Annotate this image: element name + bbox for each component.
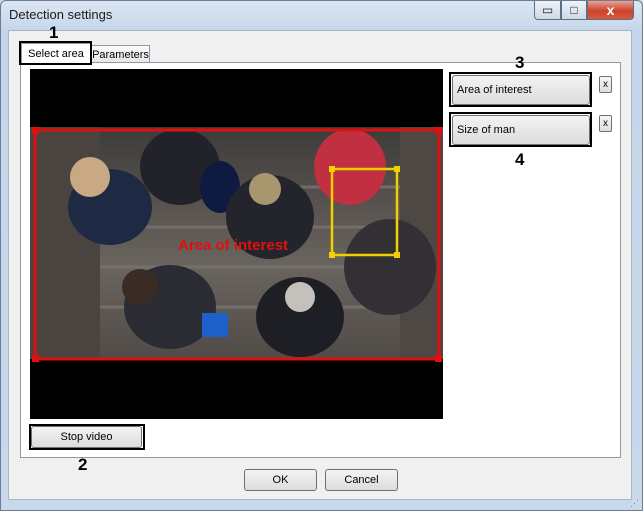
button-label: OK [272,474,289,486]
maximize-button[interactable]: □ [561,1,587,20]
button-label: Cancel [344,474,379,486]
callout-box-1 [19,41,92,65]
close-icon: x [606,2,615,18]
tab-label: Parameters [92,49,149,61]
close-button[interactable]: x [587,1,634,20]
video-preview[interactable]: Area of interest [30,69,443,419]
resize-grip-icon[interactable]: ⋰ [630,498,640,508]
minimize-button[interactable]: ▭ [534,1,561,20]
ok-button[interactable]: OK [244,469,317,491]
size-of-man-rectangle[interactable] [330,167,399,257]
cancel-button[interactable]: Cancel [325,469,398,491]
callout-number-3: 3 [515,53,525,72]
close-icon: x [603,118,608,129]
window-title: Detection settings [9,7,113,22]
minimize-icon: ▭ [541,3,554,17]
area-of-interest-label: Area of interest [178,237,288,254]
maximize-icon: □ [570,3,578,17]
size-handles[interactable] [329,166,400,258]
close-icon: x [603,79,608,90]
callout-box-2 [29,424,145,450]
callout-box-4 [449,112,592,147]
overlay-graphics: Area of interest [32,127,442,362]
callout-number-2: 2 [78,455,88,474]
remove-size-button[interactable]: x [599,115,612,132]
callout-number-4: 4 [515,150,525,169]
remove-area-button[interactable]: x [599,76,612,93]
callout-box-3 [449,72,592,107]
callout-number-1: 1 [49,23,59,42]
